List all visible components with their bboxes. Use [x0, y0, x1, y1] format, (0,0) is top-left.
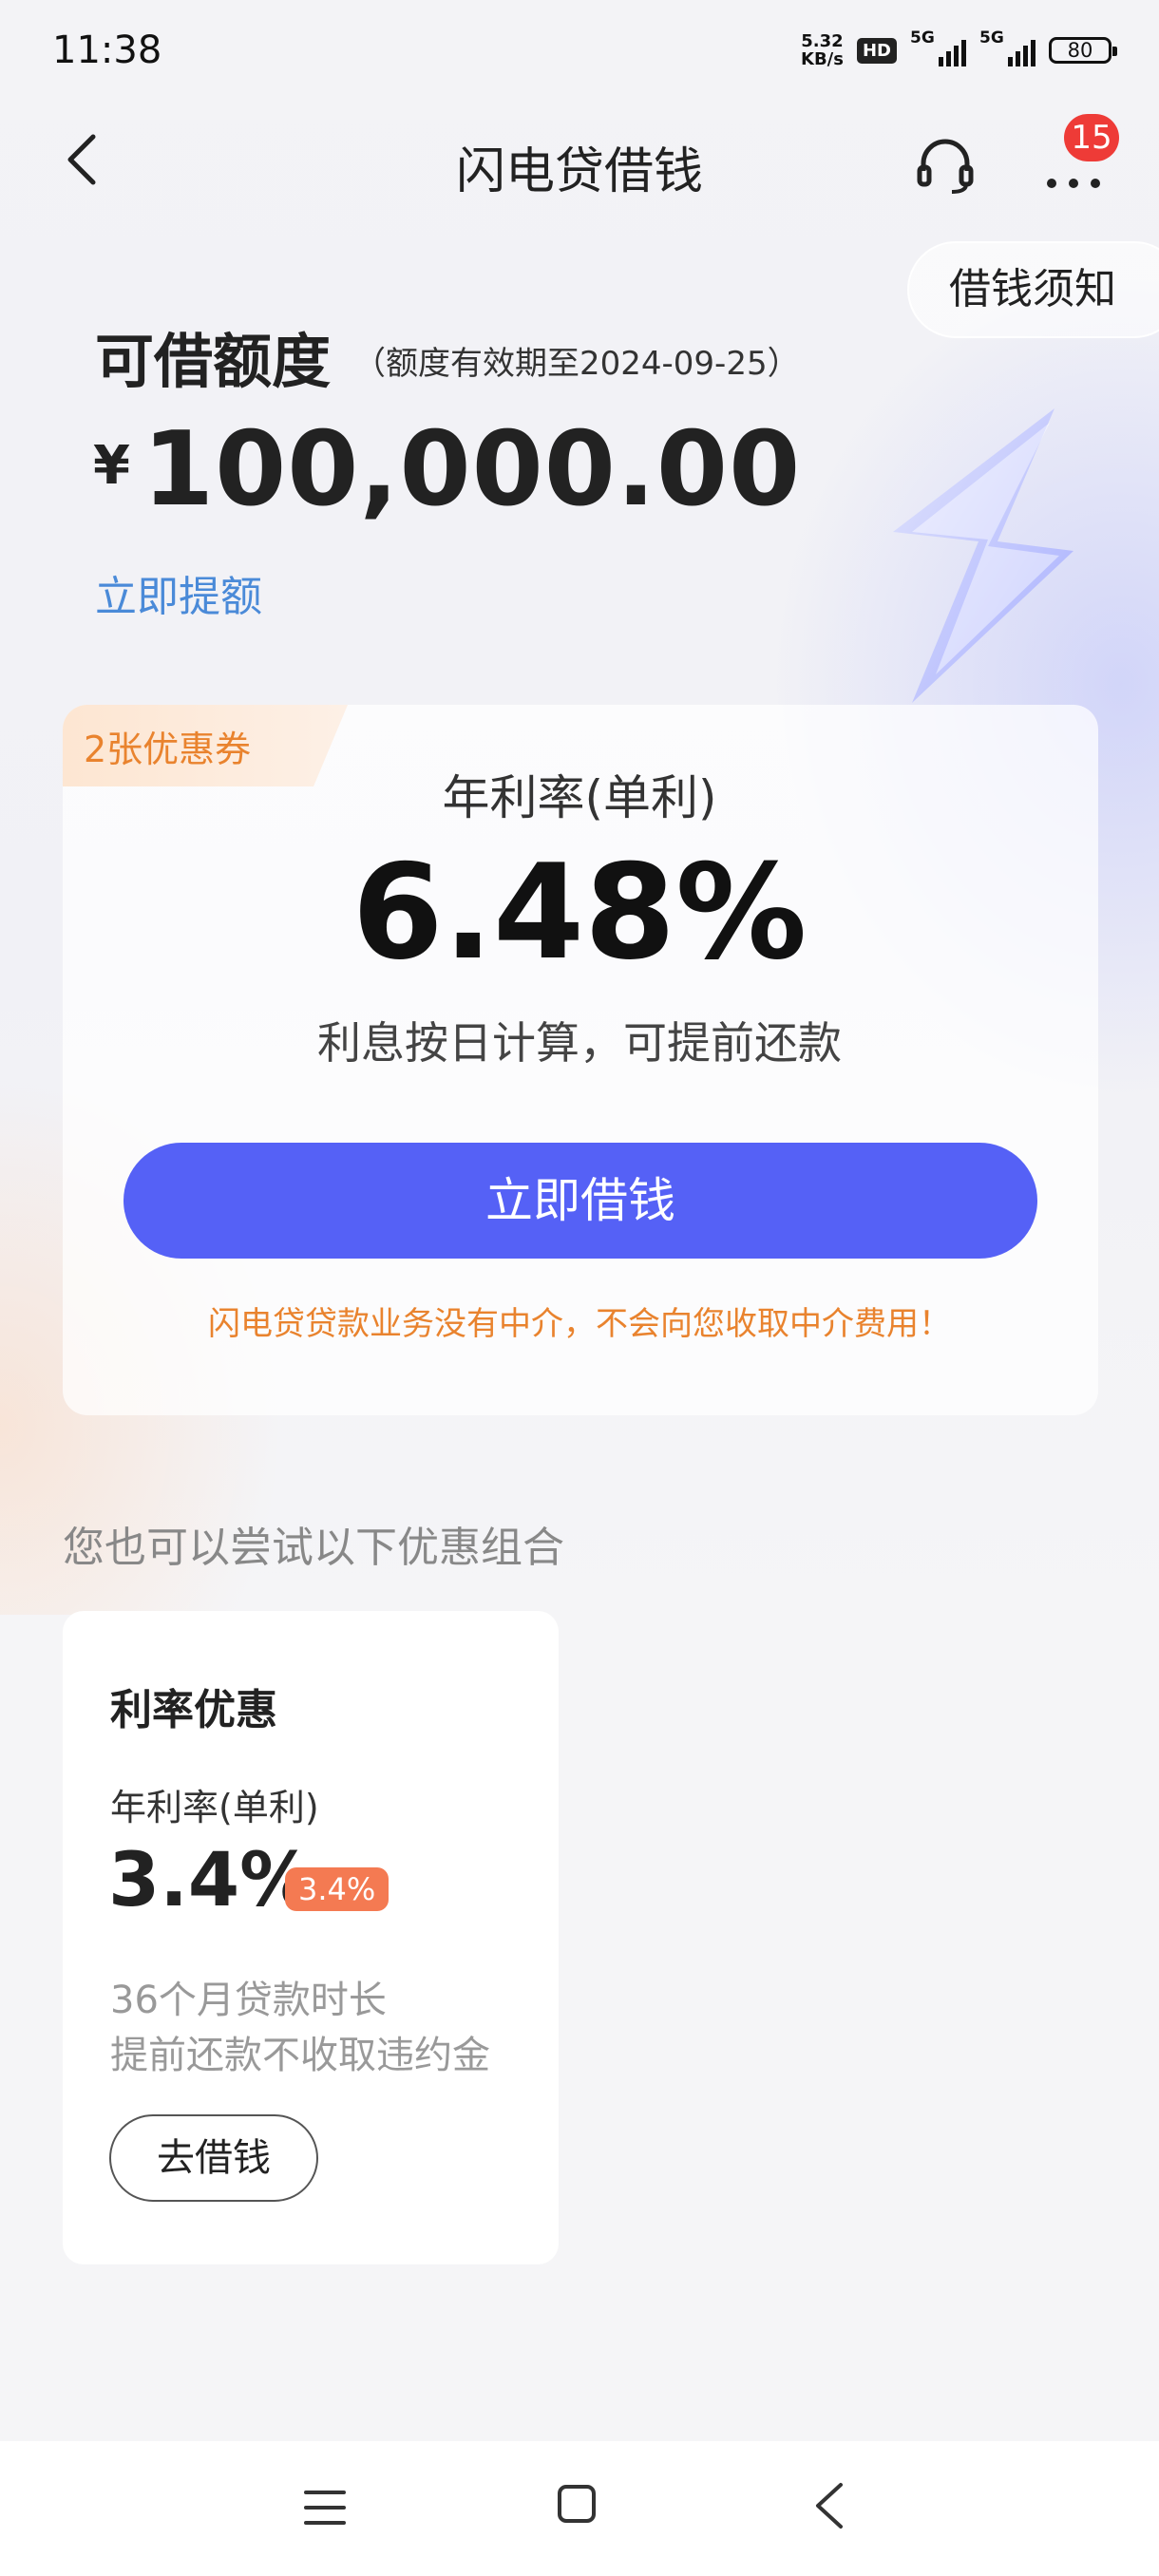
- rate-note: 利息按日计算，可提前还款: [317, 1017, 842, 1069]
- go-borrow-button[interactable]: 去借钱: [109, 2114, 318, 2202]
- offer-rate-label: 年利率(单利): [110, 1787, 319, 1828]
- status-time: 11:38: [52, 28, 162, 72]
- network-speed-unit: KB/s: [801, 49, 844, 69]
- no-agent-warning: 闪电贷贷款业务没有中介，不会向您收取中介费用！: [208, 1305, 951, 1343]
- recent-apps-button[interactable]: [302, 2487, 348, 2529]
- lightning-bolt-icon: [893, 408, 1074, 703]
- system-back-button[interactable]: [810, 2479, 848, 2532]
- currency-symbol: ¥: [93, 435, 130, 497]
- offer-rate-value: 3.4%: [108, 1838, 314, 1923]
- headset-icon: [917, 139, 974, 194]
- annual-rate-value: 6.48%: [352, 836, 808, 989]
- annual-rate-label: 年利率(单利): [442, 770, 717, 825]
- borrow-now-button[interactable]: 立即借钱: [124, 1143, 1037, 1259]
- loan-notice-button[interactable]: 借钱须知: [907, 241, 1159, 338]
- quota-validity: （额度有效期至2024-09-25）: [353, 345, 800, 383]
- signal-icon-sim2: 5G: [979, 28, 1036, 66]
- hd-icon: HD: [856, 37, 897, 64]
- triangle-back-icon: [816, 2483, 843, 2529]
- sim1-network-label: 5G: [910, 28, 935, 47]
- top-nav: 闪电贷借钱 15: [0, 114, 1159, 209]
- quota-amount: 100,000.00: [142, 410, 802, 529]
- network-speed: 5.32 KB/s: [801, 32, 844, 68]
- status-icons: 5.32 KB/s HD 5G 5G 80: [801, 28, 1117, 68]
- offer-rate-tag: 3.4%: [285, 1867, 390, 1911]
- network-speed-value: 5.32: [801, 31, 844, 51]
- offer-title: 利率优惠: [110, 1686, 277, 1734]
- combo-section-title: 您也可以尝试以下优惠组合: [63, 1524, 564, 1572]
- battery-icon: 80: [1049, 37, 1117, 64]
- message-badge: 15: [1064, 114, 1119, 161]
- customer-service-button[interactable]: [912, 131, 978, 198]
- sim2-network-label: 5G: [979, 28, 1004, 47]
- home-button[interactable]: [556, 2483, 598, 2525]
- quota-title: 可借额度: [95, 327, 332, 396]
- menu-lines-icon: [304, 2491, 346, 2525]
- page-title: 闪电贷借钱: [455, 143, 703, 200]
- offer-term: 36个月贷款时长: [110, 1979, 387, 2022]
- system-nav-bar: [0, 2441, 1159, 2576]
- raise-limit-link[interactable]: 立即提额: [95, 562, 262, 623]
- signal-icon-sim1: 5G: [910, 28, 966, 66]
- status-bar: 11:38 5.32 KB/s HD 5G 5G 80: [0, 0, 1159, 104]
- square-home-icon: [558, 2485, 596, 2523]
- offer-prepay-note: 提前还款不收取违约金: [110, 2034, 490, 2077]
